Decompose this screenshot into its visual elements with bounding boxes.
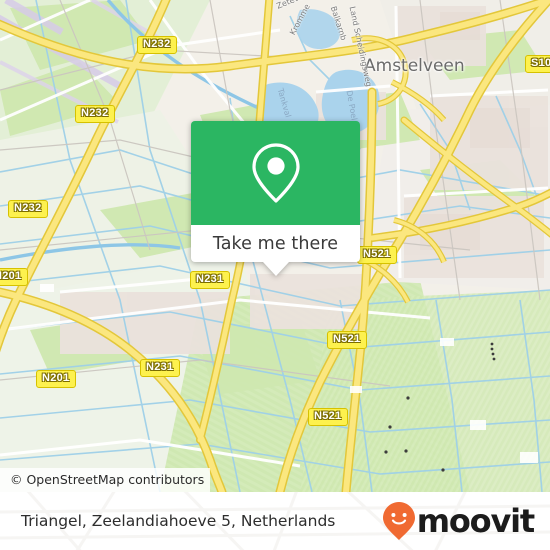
callout-action-bar[interactable]: Take me there: [191, 225, 360, 276]
road-shield-n521-3: N521: [308, 408, 348, 426]
take-me-there-label: Take me there: [212, 233, 339, 254]
footer-bar: Triangel, Zeelandiahoeve 5, Netherlands …: [0, 492, 550, 550]
road-shield-n232-3: N232: [8, 200, 48, 218]
road-shield-n232-1: N232: [137, 36, 177, 54]
road-shield-n521-1: N521: [357, 246, 397, 264]
road-shield-n231-1: N231: [190, 271, 230, 289]
road-shield-n232-2: N232: [75, 105, 115, 123]
map-canvas[interactable]: N232 N232 N232 N201 N201 N231 N231 N521 …: [0, 0, 550, 492]
destination-address: Triangel, Zeelandiahoeve 5, Netherlands: [21, 512, 336, 530]
moovit-smiley-pin-icon: [382, 502, 415, 540]
moovit-brand[interactable]: moovit: [382, 501, 535, 541]
map-pin-icon: [251, 143, 300, 203]
road-shield-n521-2: N521: [327, 331, 367, 349]
moovit-map-screenshot: N232 N232 N232 N201 N201 N231 N231 N521 …: [0, 0, 550, 550]
callout-green-panel: [191, 121, 360, 225]
callout-pointer: [262, 262, 289, 276]
place-label-amstelveen: Amstelveen: [364, 56, 465, 76]
take-me-there-callout[interactable]: Take me there: [191, 121, 360, 276]
moovit-wordmark: moovit: [416, 502, 535, 540]
road-shield-s106: S106: [525, 55, 550, 73]
road-shield-n201-1: N201: [0, 268, 28, 286]
road-shield-n201-2: N201: [36, 370, 76, 388]
osm-attribution[interactable]: © OpenStreetMap contributors: [0, 468, 211, 492]
road-shield-n231-2: N231: [140, 359, 180, 377]
